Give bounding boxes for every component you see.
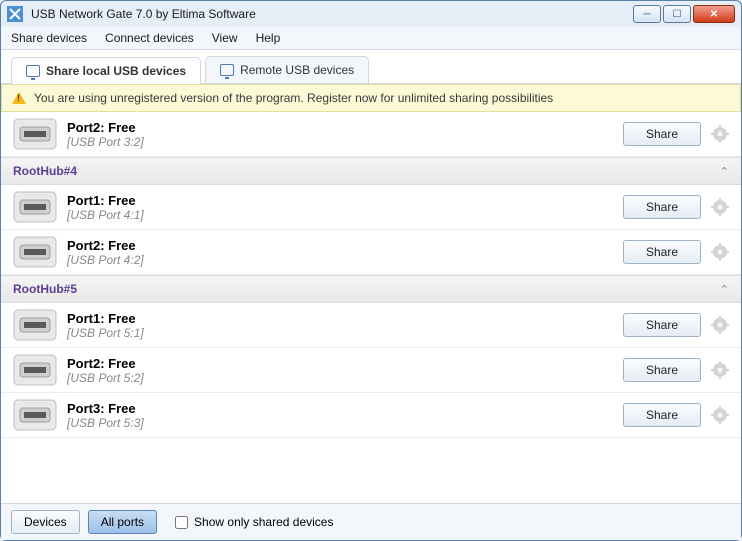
port-row: Port1: Free [USB Port 4:1] Share — [1, 185, 741, 230]
gear-icon[interactable] — [711, 125, 729, 143]
port-row: Port1: Free [USB Port 5:1] Share — [1, 303, 741, 348]
monitor-icon — [220, 64, 234, 76]
menu-connect-devices[interactable]: Connect devices — [105, 31, 194, 45]
usb-port-icon — [13, 399, 57, 431]
maximize-button[interactable]: ☐ — [663, 5, 691, 23]
port-info: Port3: Free [USB Port 5:3] — [67, 401, 623, 430]
warning-icon — [12, 92, 26, 104]
port-subtitle: [USB Port 4:1] — [67, 208, 623, 222]
port-row: Port2: Free [USB Port 3:2] Share — [1, 112, 741, 157]
tab-label: Remote USB devices — [240, 63, 354, 77]
gear-icon[interactable] — [711, 198, 729, 216]
tab-label: Share local USB devices — [46, 64, 186, 78]
port-title: Port2: Free — [67, 238, 623, 253]
tab-remote[interactable]: Remote USB devices — [205, 56, 369, 83]
port-subtitle: [USB Port 5:2] — [67, 371, 623, 385]
share-button[interactable]: Share — [623, 313, 701, 337]
gear-icon[interactable] — [711, 406, 729, 424]
share-button[interactable]: Share — [623, 358, 701, 382]
footer-bar: Devices All ports Show only shared devic… — [1, 503, 741, 540]
port-info: Port2: Free [USB Port 3:2] — [67, 120, 623, 149]
port-info: Port2: Free [USB Port 4:2] — [67, 238, 623, 267]
usb-port-icon — [13, 309, 57, 341]
all-ports-toggle[interactable]: All ports — [88, 510, 157, 534]
port-subtitle: [USB Port 4:2] — [67, 253, 623, 267]
window-controls: ─ ☐ ✕ — [633, 5, 735, 23]
share-button[interactable]: Share — [623, 122, 701, 146]
close-button[interactable]: ✕ — [693, 5, 735, 23]
port-row: Port3: Free [USB Port 5:3] Share — [1, 393, 741, 438]
hub-header[interactable]: RootHub#4 ⌃ — [1, 157, 741, 185]
port-info: Port2: Free [USB Port 5:2] — [67, 356, 623, 385]
port-title: Port3: Free — [67, 401, 623, 416]
port-row: Port2: Free [USB Port 4:2] Share — [1, 230, 741, 275]
gear-icon[interactable] — [711, 243, 729, 261]
hub-title: RootHub#5 — [13, 282, 77, 296]
port-row: Port2: Free [USB Port 5:2] Share — [1, 348, 741, 393]
port-title: Port1: Free — [67, 193, 623, 208]
port-info: Port1: Free [USB Port 4:1] — [67, 193, 623, 222]
show-only-shared-checkbox[interactable]: Show only shared devices — [175, 515, 333, 529]
gear-icon[interactable] — [711, 316, 729, 334]
window-title: USB Network Gate 7.0 by Eltima Software — [31, 7, 633, 21]
usb-port-icon — [13, 191, 57, 223]
minimize-button[interactable]: ─ — [633, 5, 661, 23]
port-info: Port1: Free [USB Port 5:1] — [67, 311, 623, 340]
titlebar: USB Network Gate 7.0 by Eltima Software … — [1, 1, 741, 27]
chevron-up-icon[interactable]: ⌃ — [720, 165, 729, 178]
monitor-icon — [26, 65, 40, 77]
tabbar: Share local USB devices Remote USB devic… — [1, 50, 741, 84]
port-subtitle: [USB Port 5:3] — [67, 416, 623, 430]
tab-share-local[interactable]: Share local USB devices — [11, 57, 201, 84]
menubar: Share devices Connect devices View Help — [1, 27, 741, 50]
menu-help[interactable]: Help — [256, 31, 281, 45]
usb-port-icon — [13, 236, 57, 268]
menu-share-devices[interactable]: Share devices — [11, 31, 87, 45]
port-title: Port1: Free — [67, 311, 623, 326]
port-title: Port2: Free — [67, 120, 623, 135]
menu-view[interactable]: View — [212, 31, 238, 45]
notification-text: You are using unregistered version of th… — [34, 91, 553, 105]
notification-bar: You are using unregistered version of th… — [1, 84, 741, 112]
app-window: USB Network Gate 7.0 by Eltima Software … — [0, 0, 742, 541]
gear-icon[interactable] — [711, 361, 729, 379]
port-subtitle: [USB Port 5:1] — [67, 326, 623, 340]
hub-header[interactable]: RootHub#5 ⌃ — [1, 275, 741, 303]
app-icon — [7, 6, 23, 22]
share-button[interactable]: Share — [623, 195, 701, 219]
port-list[interactable]: Port2: Free [USB Port 3:2] Share RootHub… — [1, 112, 741, 503]
port-subtitle: [USB Port 3:2] — [67, 135, 623, 149]
devices-toggle[interactable]: Devices — [11, 510, 80, 534]
show-only-shared-input[interactable] — [175, 516, 188, 529]
checkbox-label: Show only shared devices — [194, 515, 333, 529]
usb-port-icon — [13, 354, 57, 386]
chevron-up-icon[interactable]: ⌃ — [720, 283, 729, 296]
usb-port-icon — [13, 118, 57, 150]
share-button[interactable]: Share — [623, 240, 701, 264]
hub-title: RootHub#4 — [13, 164, 77, 178]
share-button[interactable]: Share — [623, 403, 701, 427]
port-title: Port2: Free — [67, 356, 623, 371]
